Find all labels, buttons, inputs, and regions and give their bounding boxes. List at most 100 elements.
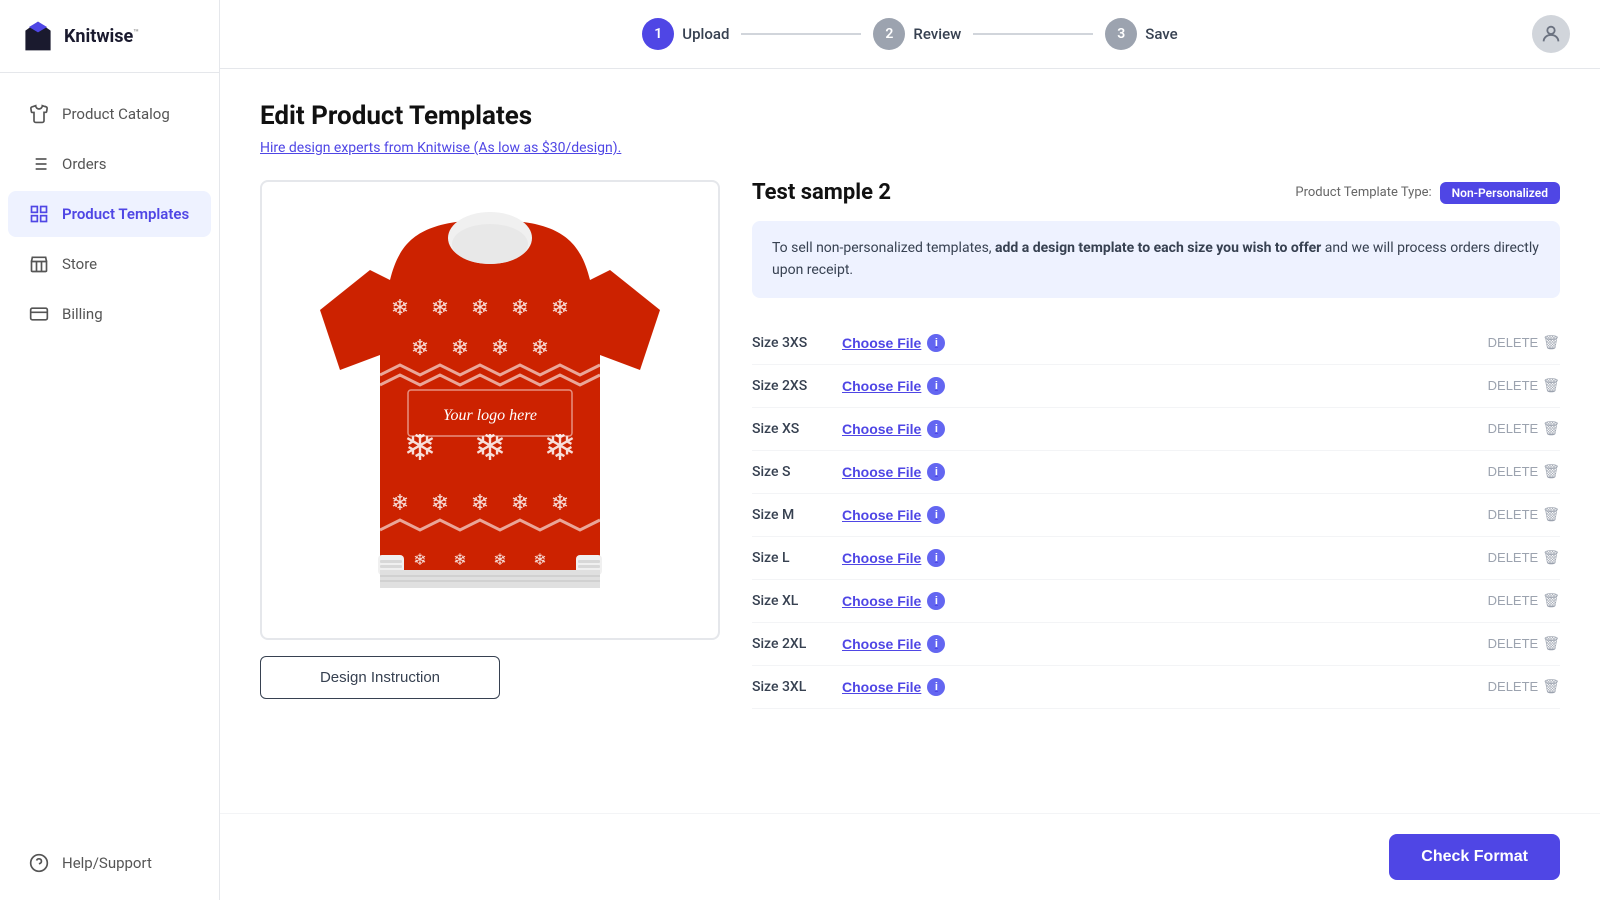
- sidebar-item-store[interactable]: Store: [8, 241, 211, 287]
- info-icon-l[interactable]: i: [927, 549, 945, 567]
- store-icon: [28, 253, 50, 275]
- choose-file-button-l[interactable]: Choose File i: [842, 549, 945, 567]
- delete-button-s[interactable]: DELETE 🗑: [1488, 463, 1560, 480]
- trash-icon-2xs: 🗑: [1542, 377, 1560, 394]
- sidebar-item-label: Billing: [62, 305, 103, 323]
- orders-icon: [28, 153, 50, 175]
- svg-text:Your logo here: Your logo here: [443, 407, 537, 424]
- choose-file-button-3xs[interactable]: Choose File i: [842, 334, 945, 352]
- choose-file-label: Choose File: [842, 550, 921, 566]
- delete-label: DELETE: [1488, 636, 1539, 651]
- size-label-2xs: Size 2XS: [752, 378, 842, 394]
- size-label-3xs: Size 3XS: [752, 335, 842, 351]
- design-instruction-button[interactable]: Design Instruction: [260, 656, 500, 699]
- content-grid: ❄ ❄ ❄ ❄ ❄ ❄ ❄ ❄ ❄: [260, 180, 1560, 709]
- info-text-before: To sell non-personalized templates,: [772, 240, 995, 256]
- choose-file-button-xl[interactable]: Choose File i: [842, 592, 945, 610]
- delete-label: DELETE: [1488, 550, 1539, 565]
- delete-button-xl[interactable]: DELETE 🗑: [1488, 592, 1560, 609]
- choose-file-label: Choose File: [842, 636, 921, 652]
- page-title: Edit Product Templates: [260, 101, 1560, 131]
- size-label-2xl: Size 2XL: [752, 636, 842, 652]
- info-icon-xs[interactable]: i: [927, 420, 945, 438]
- svg-text:❄: ❄: [411, 336, 429, 361]
- size-label-l: Size L: [752, 550, 842, 566]
- svg-text:❄: ❄: [493, 550, 506, 569]
- info-icon-3xs[interactable]: i: [927, 334, 945, 352]
- delete-button-3xs[interactable]: DELETE 🗑: [1488, 334, 1560, 351]
- info-icon-s[interactable]: i: [927, 463, 945, 481]
- trash-icon-xl: 🗑: [1542, 592, 1560, 609]
- trash-icon-m: 🗑: [1542, 506, 1560, 523]
- trash-icon-2xl: 🗑: [1542, 635, 1560, 652]
- svg-text:❄: ❄: [511, 491, 529, 516]
- choose-file-button-xs[interactable]: Choose File i: [842, 420, 945, 438]
- size-label-s: Size S: [752, 464, 842, 480]
- info-box: To sell non-personalized templates, add …: [752, 221, 1560, 298]
- sidebar: Knitwise™ Product Catalog Orders: [0, 0, 220, 900]
- delete-label: DELETE: [1488, 378, 1539, 393]
- svg-text:❄: ❄: [451, 336, 469, 361]
- choose-file-button-2xl[interactable]: Choose File i: [842, 635, 945, 653]
- size-row-3xs: Size 3XS Choose File i DELETE 🗑: [752, 322, 1560, 365]
- sidebar-item-label: Store: [62, 255, 97, 273]
- trash-icon-xs: 🗑: [1542, 420, 1560, 437]
- svg-text:❄: ❄: [533, 550, 546, 569]
- info-icon-2xl[interactable]: i: [927, 635, 945, 653]
- size-row-m: Size M Choose File i DELETE 🗑: [752, 494, 1560, 537]
- delete-button-2xs[interactable]: DELETE 🗑: [1488, 377, 1560, 394]
- delete-label: DELETE: [1488, 593, 1539, 608]
- svg-text:❄: ❄: [431, 296, 449, 321]
- size-rows: Size 3XS Choose File i DELETE 🗑 Size 2XS…: [752, 322, 1560, 709]
- sidebar-item-billing[interactable]: Billing: [8, 291, 211, 337]
- step-3: 3 Save: [1105, 18, 1177, 50]
- size-row-2xs: Size 2XS Choose File i DELETE 🗑: [752, 365, 1560, 408]
- info-icon-xl[interactable]: i: [927, 592, 945, 610]
- delete-button-l[interactable]: DELETE 🗑: [1488, 549, 1560, 566]
- info-icon-2xs[interactable]: i: [927, 377, 945, 395]
- size-row-2xl: Size 2XL Choose File i DELETE 🗑: [752, 623, 1560, 666]
- delete-button-m[interactable]: DELETE 🗑: [1488, 506, 1560, 523]
- templates-icon: [28, 203, 50, 225]
- sidebar-item-product-templates[interactable]: Product Templates: [8, 191, 211, 237]
- info-icon-3xl[interactable]: i: [927, 678, 945, 696]
- svg-text:❄: ❄: [551, 296, 569, 321]
- delete-button-xs[interactable]: DELETE 🗑: [1488, 420, 1560, 437]
- svg-text:❄: ❄: [511, 296, 529, 321]
- stepper: 1 Upload 2 Review 3 Save: [642, 18, 1177, 50]
- user-avatar[interactable]: [1532, 15, 1570, 53]
- size-label-3xl: Size 3XL: [752, 679, 842, 695]
- logo: Knitwise™: [0, 0, 219, 73]
- step-2-label: Review: [913, 25, 961, 43]
- sweater-image: ❄ ❄ ❄ ❄ ❄ ❄ ❄ ❄ ❄: [310, 200, 670, 620]
- hire-link[interactable]: Hire design experts from Knitwise (As lo…: [260, 140, 621, 156]
- sidebar-item-label: Orders: [62, 155, 107, 173]
- avatar-icon: [1540, 23, 1562, 45]
- choose-file-button-3xl[interactable]: Choose File i: [842, 678, 945, 696]
- info-icon-m[interactable]: i: [927, 506, 945, 524]
- svg-text:❄: ❄: [391, 491, 409, 516]
- bottom-bar: Check Format: [220, 813, 1600, 900]
- sidebar-item-product-catalog[interactable]: Product Catalog: [8, 91, 211, 137]
- trash-icon-l: 🗑: [1542, 549, 1560, 566]
- choose-file-button-2xs[interactable]: Choose File i: [842, 377, 945, 395]
- check-format-button[interactable]: Check Format: [1389, 834, 1560, 880]
- step-3-label: Save: [1145, 25, 1177, 43]
- choose-file-button-m[interactable]: Choose File i: [842, 506, 945, 524]
- trash-icon-s: 🗑: [1542, 463, 1560, 480]
- delete-label: DELETE: [1488, 679, 1539, 694]
- trash-icon-3xs: 🗑: [1542, 334, 1560, 351]
- sidebar-item-orders[interactable]: Orders: [8, 141, 211, 187]
- sidebar-item-help-support[interactable]: Help/Support: [8, 840, 211, 886]
- choose-file-label: Choose File: [842, 593, 921, 609]
- sidebar-item-label: Product Catalog: [62, 105, 170, 123]
- right-panel: Test sample 2 Product Template Type: Non…: [752, 180, 1560, 709]
- page-body: Edit Product Templates Hire design exper…: [220, 69, 1600, 813]
- delete-button-2xl[interactable]: DELETE 🗑: [1488, 635, 1560, 652]
- tshirt-icon: [28, 103, 50, 125]
- size-row-l: Size L Choose File i DELETE 🗑: [752, 537, 1560, 580]
- choose-file-label: Choose File: [842, 378, 921, 394]
- choose-file-button-s[interactable]: Choose File i: [842, 463, 945, 481]
- delete-button-3xl[interactable]: DELETE 🗑: [1488, 678, 1560, 695]
- step-line-2: [973, 33, 1093, 35]
